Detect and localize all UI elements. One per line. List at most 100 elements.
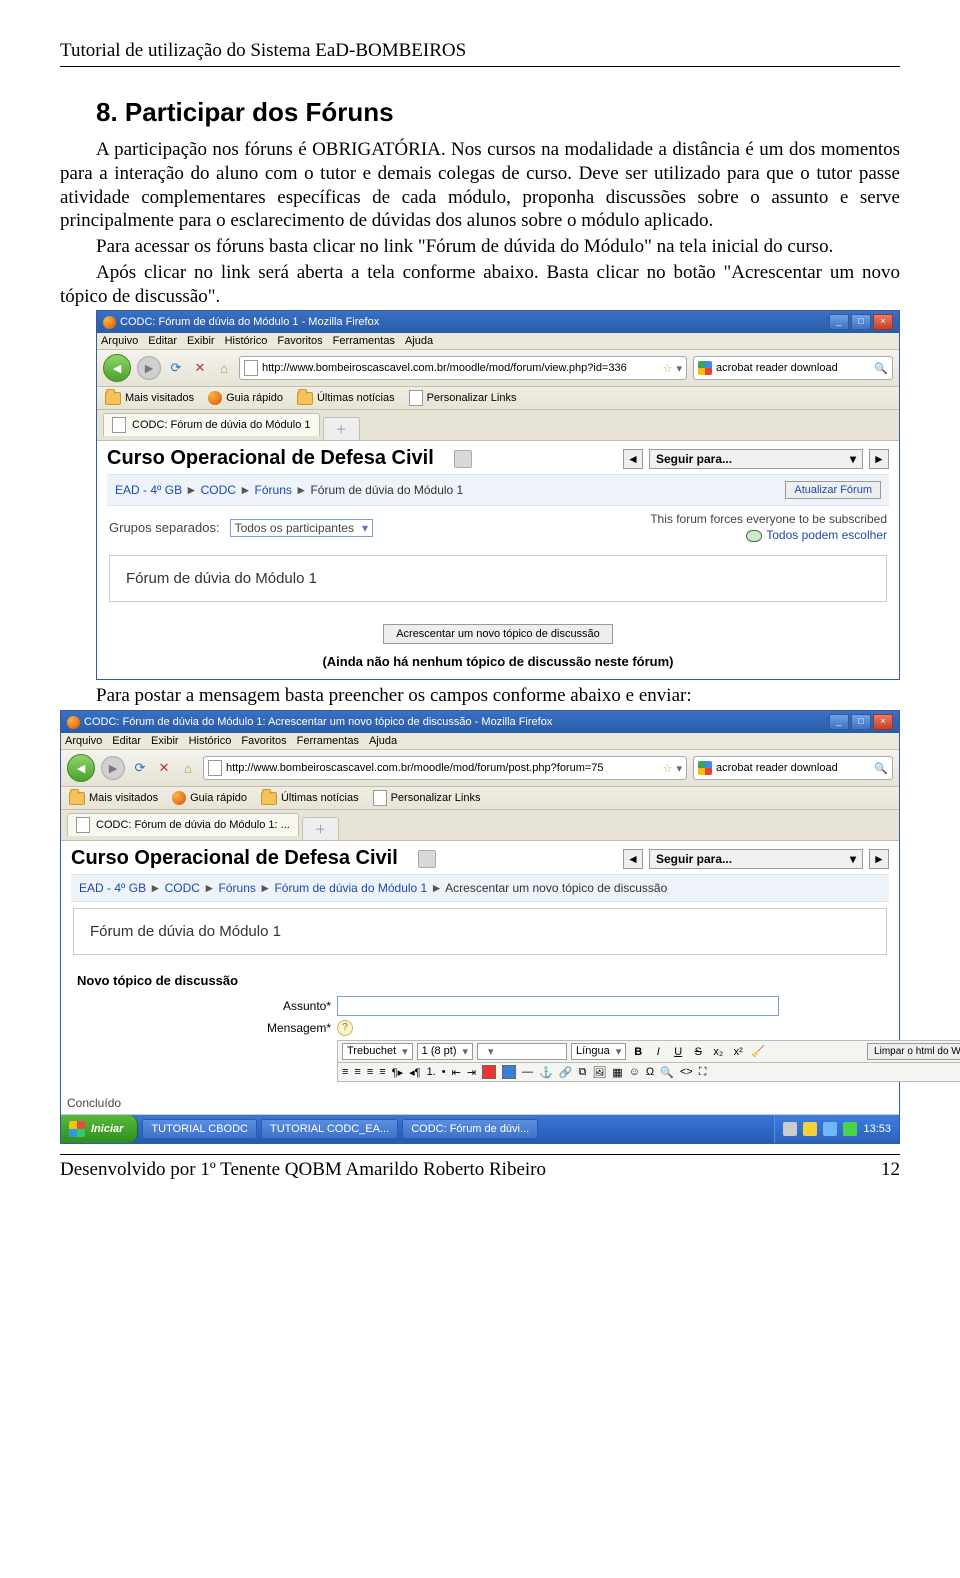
stop-icon[interactable]: ✕ [155, 759, 173, 777]
maximize-button[interactable]: □ [851, 714, 871, 730]
smiley-icon[interactable]: ☺ [629, 1066, 640, 1078]
menu-ajuda[interactable]: Ajuda [405, 335, 433, 347]
editor-size-select[interactable]: 1 (8 pt) [417, 1043, 473, 1060]
crumb-forum[interactable]: Fórum de dúvia do Módulo 1 [274, 881, 427, 895]
rtl-icon[interactable]: ◂¶ [409, 1066, 420, 1079]
back-button[interactable]: ◄ [103, 354, 131, 382]
tray-icon[interactable] [783, 1122, 797, 1136]
char-icon[interactable]: Ω [646, 1066, 654, 1078]
roles-icon[interactable] [418, 850, 436, 868]
menu-ferramentas[interactable]: Ferramentas [297, 735, 359, 747]
hr-icon[interactable]: ― [522, 1066, 533, 1078]
crumb-foruns[interactable]: Fóruns [255, 483, 292, 497]
link-icon[interactable]: 🔗 [559, 1066, 573, 1079]
align-justify-icon[interactable]: ≡ [379, 1066, 385, 1078]
image-icon[interactable]: 🖼 [592, 1066, 606, 1079]
crumb-foruns[interactable]: Fóruns [219, 881, 256, 895]
home-icon[interactable]: ⌂ [179, 759, 197, 777]
editor-lang-select[interactable]: Língua [571, 1043, 626, 1060]
groups-select[interactable]: Todos os participantes [230, 519, 373, 537]
roles-icon[interactable] [454, 450, 472, 468]
menu-ferramentas[interactable]: Ferramentas [333, 335, 395, 347]
task-item-2[interactable]: TUTORIAL CODC_EA... [261, 1119, 398, 1139]
table-icon[interactable]: ▦ [612, 1066, 622, 1079]
bookmark-guia-rapido[interactable]: Guia rápido [208, 391, 283, 405]
italic-icon[interactable]: I [650, 1044, 666, 1060]
outdent-icon[interactable]: ⇤ [452, 1066, 461, 1079]
maximize-button[interactable]: □ [851, 314, 871, 330]
jump-next-button[interactable]: ► [869, 849, 889, 869]
strike-icon[interactable]: S [690, 1044, 706, 1060]
menu-exibir[interactable]: Exibir [151, 735, 179, 747]
bookmark-ultimas-noticias[interactable]: Últimas notícias [261, 792, 359, 805]
start-button[interactable]: Iniciar [61, 1115, 138, 1143]
url-dropdown-icon[interactable]: ▾ [676, 362, 682, 375]
jump-prev-button[interactable]: ◄ [623, 449, 643, 469]
url-bar[interactable]: http://www.bombeiroscascavel.com.br/mood… [203, 756, 687, 780]
jump-prev-button[interactable]: ◄ [623, 849, 643, 869]
bookmark-mais-visitados[interactable]: Mais visitados [69, 792, 158, 805]
menu-exibir[interactable]: Exibir [187, 335, 215, 347]
superscript-icon[interactable]: x² [730, 1044, 746, 1060]
tab-active[interactable]: CODC: Fórum de dúvia do Módulo 1 [103, 413, 320, 436]
menu-editar[interactable]: Editar [112, 735, 141, 747]
menu-historico[interactable]: Histórico [225, 335, 268, 347]
list-ul-icon[interactable]: • [442, 1066, 446, 1078]
bookmark-ultimas-noticias[interactable]: Últimas notícias [297, 392, 395, 405]
align-right-icon[interactable]: ≡ [367, 1066, 373, 1078]
forward-button[interactable]: ► [137, 356, 161, 380]
new-tab-button[interactable]: ＋ [302, 817, 339, 840]
close-button[interactable]: × [873, 714, 893, 730]
url-dropdown-icon[interactable]: ▾ [676, 762, 682, 775]
back-button[interactable]: ◄ [67, 754, 95, 782]
search-box[interactable]: acrobat reader download 🔍 [693, 356, 893, 380]
task-item-1[interactable]: TUTORIAL CBODC [142, 1119, 257, 1139]
bookmark-mais-visitados[interactable]: Mais visitados [105, 392, 194, 405]
url-bar[interactable]: http://www.bombeiroscascavel.com.br/mood… [239, 356, 687, 380]
tab-active[interactable]: CODC: Fórum de dúvia do Módulo 1: ... [67, 813, 299, 836]
jump-select[interactable]: Seguir para...▾ [649, 849, 863, 869]
update-forum-button[interactable]: Atualizar Fórum [785, 481, 881, 499]
jump-next-button[interactable]: ► [869, 449, 889, 469]
menu-ajuda[interactable]: Ajuda [369, 735, 397, 747]
minimize-button[interactable]: _ [829, 714, 849, 730]
ltr-icon[interactable]: ¶▸ [392, 1066, 403, 1079]
subscription-note-2[interactable]: Todos podem escolher [766, 528, 887, 544]
crumb-codc[interactable]: CODC [201, 483, 236, 497]
home-icon[interactable]: ⌂ [215, 359, 233, 377]
bookmark-personalizar-links[interactable]: Personalizar Links [409, 390, 517, 406]
reload-icon[interactable]: ⟳ [131, 759, 149, 777]
star-icon[interactable]: ☆ [663, 762, 673, 775]
bg-color-icon[interactable] [502, 1065, 516, 1079]
tray-network-icon[interactable] [823, 1122, 837, 1136]
list-ol-icon[interactable]: 1. [427, 1066, 436, 1078]
text-color-icon[interactable] [482, 1065, 496, 1079]
unlink-icon[interactable]: ⧉ [578, 1066, 586, 1079]
crumb-codc[interactable]: CODC [165, 881, 200, 895]
bold-icon[interactable]: B [630, 1044, 646, 1060]
help-icon[interactable]: ? [337, 1020, 353, 1036]
add-topic-button[interactable]: Acrescentar um novo tópico de discussão [383, 624, 613, 644]
crumb-ead[interactable]: EAD - 4º GB [115, 483, 182, 497]
tray-volume-icon[interactable] [843, 1122, 857, 1136]
menu-editar[interactable]: Editar [148, 335, 177, 347]
menu-favoritos[interactable]: Favoritos [277, 335, 322, 347]
task-item-3[interactable]: CODC: Fórum de dúvi... [402, 1119, 538, 1139]
search-box[interactable]: acrobat reader download 🔍 [693, 756, 893, 780]
align-center-icon[interactable]: ≡ [354, 1066, 360, 1078]
input-subject[interactable] [337, 996, 779, 1016]
reload-icon[interactable]: ⟳ [167, 359, 185, 377]
stop-icon[interactable]: ✕ [191, 359, 209, 377]
menu-arquivo[interactable]: Arquivo [65, 735, 102, 747]
bookmark-personalizar-links[interactable]: Personalizar Links [373, 790, 481, 806]
subscript-icon[interactable]: x₂ [710, 1044, 726, 1060]
star-icon[interactable]: ☆ [663, 362, 673, 375]
close-button[interactable]: × [873, 314, 893, 330]
search-go-icon[interactable]: 🔍 [874, 762, 888, 775]
indent-icon[interactable]: ⇥ [467, 1066, 476, 1079]
menu-arquivo[interactable]: Arquivo [101, 335, 138, 347]
editor-font-select[interactable]: Trebuchet [342, 1043, 413, 1060]
find-icon[interactable]: 🔍 [660, 1066, 674, 1079]
forward-button[interactable]: ► [101, 756, 125, 780]
bookmark-guia-rapido[interactable]: Guia rápido [172, 791, 247, 805]
